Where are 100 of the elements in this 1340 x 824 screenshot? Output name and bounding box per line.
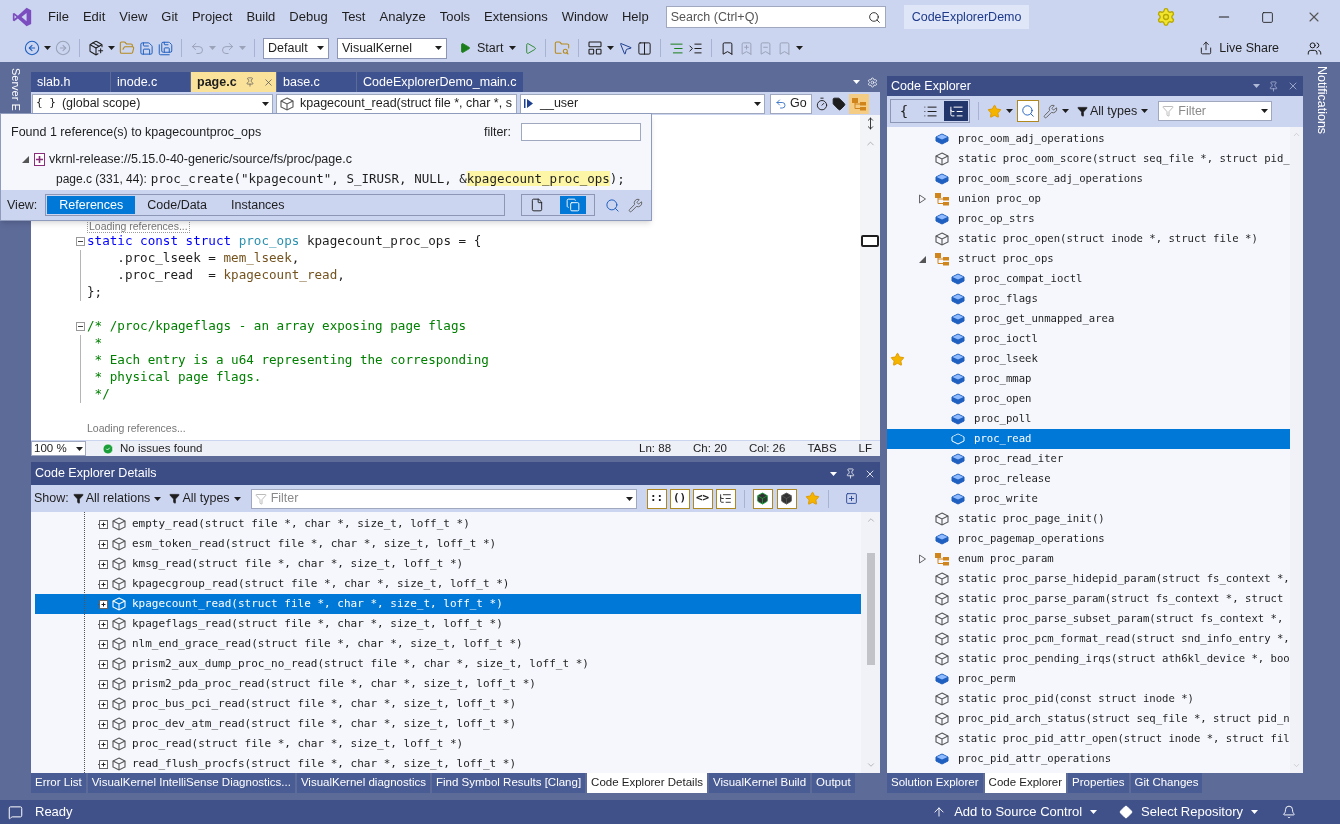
symbol-row[interactable]: proc_write — [887, 489, 1290, 509]
relation-row[interactable]: kpagecount_read(struct file *, char *, size_t, loff_t *) — [35, 594, 861, 614]
symbol-row[interactable]: proc_op_strs — [887, 209, 1290, 229]
menu-item[interactable]: View — [112, 7, 155, 27]
symbol-row[interactable]: static proc_open(struct inode *, struct file *) — [887, 229, 1290, 249]
relation-row[interactable]: empty_read(struct file *, char *, size_t, loff_t *) — [35, 514, 861, 534]
search-field[interactable]: Search (Ctrl+Q) — [665, 6, 886, 28]
types-filter[interactable]: All types — [1077, 101, 1138, 121]
menu-item[interactable]: Build — [239, 7, 283, 27]
view-mode-button[interactable]: <> — [692, 488, 713, 509]
symbol-row[interactable]: static proc_pid_attr_open(struct inode *, struct fil — [887, 729, 1290, 749]
panel-tab[interactable]: Find Symbol Results [Clang] — [432, 773, 586, 793]
menu-item[interactable]: Test — [334, 7, 373, 27]
source-control-button[interactable]: Add to Source Control — [932, 802, 1098, 822]
panel-tab[interactable]: Code Explorer Details — [587, 773, 707, 793]
view-tab[interactable]: References — [47, 196, 136, 214]
issues-status[interactable]: No issues found — [120, 439, 203, 458]
panel-tab[interactable]: VisualKernel IntelliSense Diagnostics... — [87, 773, 295, 793]
view-mode-button[interactable]: :: — [646, 488, 667, 509]
menu-item[interactable]: Debug — [282, 7, 335, 27]
panel-tab[interactable]: VisualKernel Build — [708, 773, 811, 793]
symbol-row[interactable]: proc_pid_attr_operations — [887, 749, 1290, 769]
symbol-row[interactable]: proc_lseek — [887, 349, 1290, 369]
relation-row[interactable]: kpageflags_read(struct file *, char *, size_t, loff_t *) — [35, 614, 861, 634]
side-tab[interactable]: Notifications — [1312, 66, 1331, 135]
repository-button[interactable]: Select Repository — [1119, 802, 1258, 822]
panel-tab[interactable]: Properties — [1068, 773, 1129, 793]
relation-row[interactable]: nlm_end_grace_read(struct file *, char *, size_t, loff_t *) — [35, 634, 861, 654]
view-mode-button[interactable]: () — [669, 488, 690, 509]
symbol-row[interactable]: static proc_parse_param(struct fs_context *, struct — [887, 589, 1290, 609]
file-tab[interactable]: page.c — [191, 72, 276, 92]
relation-row[interactable]: proc_read(struct file *, char *, size_t, loff_t *) — [35, 734, 861, 754]
symbol-row[interactable]: proc_mmap — [887, 369, 1290, 389]
symbol-row[interactable]: proc_open — [887, 389, 1290, 409]
symbol-row[interactable]: static proc_pending_irqs(struct ath6kl_device *, boo — [887, 649, 1290, 669]
symbol-row[interactable]: proc_release — [887, 469, 1290, 489]
indent-mode[interactable]: TABS — [807, 439, 837, 458]
symbol-row[interactable]: static proc_parse_hidepid_param(struct fs_context *, — [887, 569, 1290, 589]
scope-dropdown[interactable]: { } (global scope) — [32, 93, 273, 114]
menu-item[interactable]: File — [41, 7, 76, 27]
panel-tab[interactable]: Error List — [31, 773, 86, 793]
menu-item[interactable]: Git — [154, 7, 185, 27]
symbol-row[interactable]: proc_compat_ioctl — [887, 269, 1290, 289]
filter-field[interactable]: Filter — [1158, 101, 1273, 121]
panel-tab[interactable]: Solution Explorer — [887, 773, 983, 793]
filter-field[interactable]: Filter — [250, 488, 637, 509]
symbol-row[interactable]: proc_oom_score_adj_operations — [887, 169, 1290, 189]
symbol-row[interactable]: proc_ioctl — [887, 329, 1290, 349]
live-share-button[interactable]: Live Share — [1195, 37, 1283, 59]
reference-code[interactable]: proc_create("kpagecount", S_IRUSR, NULL, &kpagecount_proc_ops); — [150, 169, 625, 189]
menu-item[interactable]: Analyze — [372, 7, 433, 27]
symbol-row[interactable]: proc_read_iter — [887, 449, 1290, 469]
panel-tab[interactable]: VisualKernel diagnostics — [296, 773, 430, 793]
relation-row[interactable]: proc_dev_atm_read(struct file *, char *, size_t, loff_t *) — [35, 714, 861, 734]
relation-row[interactable]: esm_token_read(struct file *, char *, size_t, loff_t *) — [35, 534, 861, 554]
symbol-row[interactable]: struct proc_ops — [887, 249, 1290, 269]
symbol-row[interactable]: union proc_op — [887, 189, 1290, 209]
menu-item[interactable]: Edit — [75, 7, 113, 27]
relation-row[interactable]: prism2_pda_proc_read(struct file *, char *, size_t, loff_t *) — [35, 674, 861, 694]
relation-row[interactable]: kpagecgroup_read(struct file *, char *, size_t, loff_t *) — [35, 574, 861, 594]
relation-row[interactable]: kmsg_read(struct file *, char *, size_t, loff_t *) — [35, 554, 861, 574]
zoom-dropdown[interactable]: 100 % — [31, 441, 86, 456]
file-tab[interactable]: inode.c — [111, 72, 190, 92]
reference-file[interactable]: vkrnl-release://5.15.0-40-generic/source/fs/proc/page.c — [49, 149, 352, 169]
view-tab[interactable]: Code/Data — [135, 196, 220, 214]
start-button[interactable]: Start — [455, 37, 521, 59]
types-filter[interactable]: All types — [169, 489, 230, 508]
context-dropdown[interactable]: __user — [520, 93, 765, 114]
symbol-row[interactable]: static proc_parse_subset_param(struct fs_context *, — [887, 609, 1290, 629]
view-tab[interactable]: Instances — [219, 196, 297, 214]
configuration-dropdown[interactable]: Default — [263, 37, 329, 59]
relation-row[interactable]: proc_bus_pci_read(struct file *, char *, size_t, loff_t *) — [35, 694, 861, 714]
file-tab[interactable]: CodeExplorerDemo_main.c — [357, 72, 523, 92]
panel-tab[interactable]: Output — [812, 773, 855, 793]
symbol-row[interactable]: proc_pid_arch_status(struct seq_file *, struct pid_n — [887, 709, 1290, 729]
panel-tab[interactable]: Code Explorer — [984, 773, 1067, 793]
file-tab[interactable]: base.c — [277, 72, 356, 92]
symbol-row[interactable]: proc_perm — [887, 669, 1290, 689]
symbol-row[interactable]: proc_pagemap_operations — [887, 529, 1290, 549]
symbol-row[interactable]: static proc_oom_score(struct seq_file *, struct pid_ — [887, 149, 1290, 169]
member-dropdown[interactable]: kpagecount_read(struct file *, char *, s — [276, 93, 517, 114]
menu-item[interactable]: Help — [614, 7, 656, 27]
symbol-row[interactable]: enum proc_param — [887, 549, 1290, 569]
go-button[interactable]: Go — [770, 93, 812, 114]
symbol-row[interactable]: proc_flags — [887, 289, 1290, 309]
symbol-row[interactable]: proc_oom_adj_operations — [887, 129, 1290, 149]
symbol-row[interactable]: proc_read — [887, 429, 1290, 449]
line-ending[interactable]: LF — [858, 439, 872, 458]
side-tab[interactable]: Server E — [8, 68, 23, 111]
relation-row[interactable]: read_flush_procfs(struct file *, char *, size_t, loff_t *) — [35, 754, 861, 773]
symbol-row[interactable]: static proc_pid(const struct inode *) — [887, 689, 1290, 709]
menu-item[interactable]: Tools — [432, 7, 478, 27]
symbol-row[interactable]: static proc_page_init() — [887, 509, 1290, 529]
panel-tab[interactable]: Git Changes — [1130, 773, 1203, 793]
symbol-row[interactable]: proc_poll — [887, 409, 1290, 429]
symbol-row[interactable]: static proc_pcm_format_read(struct snd_info_entry *, — [887, 629, 1290, 649]
menu-item[interactable]: Project — [184, 7, 240, 27]
relations-filter[interactable]: All relations — [72, 489, 151, 508]
platform-dropdown[interactable]: VisualKernel — [337, 37, 447, 59]
relation-row[interactable]: prism2_aux_dump_proc_no_read(struct file *, char *, size_t, loff_t *) — [35, 654, 861, 674]
